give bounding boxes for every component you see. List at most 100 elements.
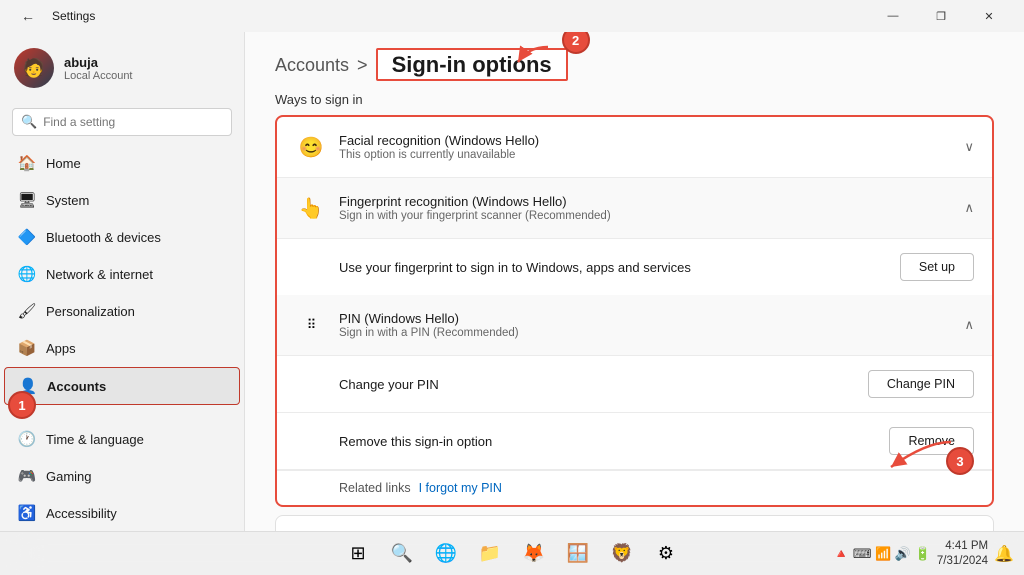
sidebar-item-personalization[interactable]: 🖌 Personalization — [4, 293, 240, 329]
facial-icon: 😊 — [295, 131, 327, 163]
annotation-circle-3: 3 — [946, 447, 974, 475]
system-icon: 🖥 — [18, 191, 36, 209]
sidebar-profile: 🧑 abuja Local Account — [0, 32, 244, 104]
fingerprint-setup-button[interactable]: Set up — [900, 253, 974, 281]
sidebar-item-accounts[interactable]: 👤 Accounts — [4, 367, 240, 405]
personalization-icon: 🖌 — [18, 302, 36, 320]
taskbar-center: ⊞ 🔍 🌐 📁 🦊 🪟 🦁 ⚙ — [340, 536, 684, 572]
date-display: 7/31/2024 — [937, 554, 988, 569]
sidebar-item-home-label: Home — [46, 156, 81, 171]
time-display: 4:41 PM — [937, 539, 988, 554]
sidebar-item-accessibility-label: Accessibility — [46, 506, 117, 521]
sidebar-item-home[interactable]: 🏠 Home — [4, 145, 240, 181]
section-title: Ways to sign in — [275, 92, 994, 107]
forgot-pin-link[interactable]: I forgot my PIN — [419, 481, 502, 495]
facial-title: Facial recognition (Windows Hello) — [339, 133, 964, 148]
avatar: 🧑 — [14, 48, 54, 88]
close-button[interactable]: ✕ — [966, 0, 1012, 32]
sidebar-item-gaming[interactable]: 🎮 Gaming — [4, 458, 240, 494]
security-key-row[interactable]: 🔑 Security key Sign in with a physical s… — [276, 516, 993, 531]
pin-row[interactable]: ⠿ PIN (Windows Hello) Sign in with a PIN… — [277, 295, 992, 356]
profile-type: Local Account — [64, 70, 133, 82]
pin-text: PIN (Windows Hello) Sign in with a PIN (… — [339, 311, 964, 339]
facial-recognition-row[interactable]: 😊 Facial recognition (Windows Hello) Thi… — [277, 117, 992, 178]
bluetooth-icon: 🔷 — [18, 228, 36, 246]
pin-icon: ⠿ — [295, 309, 327, 341]
titlebar-title: Settings — [52, 9, 95, 23]
sidebar-item-accessibility[interactable]: ♿ Accessibility — [4, 495, 240, 531]
profile-name: abuja — [64, 55, 133, 70]
change-pin-button[interactable]: Change PIN — [868, 370, 974, 398]
sidebar-item-system-label: System — [46, 193, 89, 208]
breadcrumb-separator: > — [357, 55, 368, 76]
pin-title: PIN (Windows Hello) — [339, 311, 964, 326]
network-icon: 🌐 — [18, 265, 36, 283]
annotation-2: 2 — [562, 32, 590, 54]
sidebar: 🧑 abuja Local Account 🔍 🏠 Home 🖥 System … — [0, 32, 245, 531]
search-input[interactable] — [43, 115, 223, 129]
sidebar-item-apps[interactable]: 📦 Apps — [4, 330, 240, 366]
sidebar-item-time-label: Time & language — [46, 432, 144, 447]
sidebar-item-bluetooth-label: Bluetooth & devices — [46, 230, 161, 245]
change-pin-row: Change your PIN Change PIN — [277, 356, 992, 413]
sign-in-options-container: 😊 Facial recognition (Windows Hello) Thi… — [275, 115, 994, 507]
sidebar-item-network[interactable]: 🌐 Network & internet — [4, 256, 240, 292]
start-button[interactable]: ⊞ — [340, 536, 376, 572]
sidebar-item-time[interactable]: 🕐 Time & language — [4, 421, 240, 457]
fingerprint-expanded-content: Use your fingerprint to sign in to Windo… — [277, 239, 992, 295]
remove-pin-text: Remove this sign-in option — [339, 434, 492, 449]
taskbar-search[interactable]: 🔍 — [384, 536, 420, 572]
taskbar-firefox[interactable]: 🦊 — [516, 536, 552, 572]
taskbar-store[interactable]: 🪟 — [560, 536, 596, 572]
titlebar-left: ← Settings — [12, 0, 95, 32]
titlebar-controls: — ❐ ✕ — [870, 0, 1012, 32]
taskbar-brave[interactable]: 🦁 — [604, 536, 640, 572]
maximize-button[interactable]: ❐ — [918, 0, 964, 32]
annotation-circle-1: 1 — [8, 391, 36, 419]
fingerprint-setup-text: Use your fingerprint to sign in to Windo… — [339, 260, 691, 275]
taskbar-time: 4:41 PM 7/31/2024 — [937, 539, 988, 569]
breadcrumb-parent: Accounts — [275, 55, 349, 76]
facial-subtitle: This option is currently unavailable — [339, 149, 964, 161]
annotation-circle-2: 2 — [562, 32, 590, 54]
accessibility-icon: ♿ — [18, 504, 36, 522]
fingerprint-subtitle: Sign in with your fingerprint scanner (R… — [339, 210, 964, 222]
remove-pin-row: Remove this sign-in option Remove — [277, 413, 992, 470]
accounts-nav-wrapper: 👤 Accounts 1 — [0, 367, 244, 405]
taskbar: ⊞ 🔍 🌐 📁 🦊 🪟 🦁 ⚙ 🔺 ⌨ 📶 🔊 🔋 4:41 PM 7/31/2… — [0, 531, 1024, 575]
fingerprint-chevron: ∧ — [964, 200, 974, 216]
fingerprint-recognition-row[interactable]: 👆 Fingerprint recognition (Windows Hello… — [277, 178, 992, 239]
sidebar-item-bluetooth[interactable]: 🔷 Bluetooth & devices — [4, 219, 240, 255]
security-key-section: 🔑 Security key Sign in with a physical s… — [275, 515, 994, 531]
sidebar-item-personalization-label: Personalization — [46, 304, 135, 319]
sidebar-item-gaming-label: Gaming — [46, 469, 92, 484]
related-links: Related links I forgot my PIN — [277, 470, 992, 505]
sidebar-item-system[interactable]: 🖥 System — [4, 182, 240, 218]
taskbar-notification[interactable]: 🔔 — [994, 544, 1014, 564]
pin-expanded-content: Change your PIN Change PIN Remove this s… — [277, 356, 992, 505]
pin-section: ⠿ PIN (Windows Hello) Sign in with a PIN… — [277, 295, 992, 505]
profile-info: abuja Local Account — [64, 55, 133, 82]
change-pin-text: Change your PIN — [339, 377, 439, 392]
home-icon: 🏠 — [18, 154, 36, 172]
time-icon: 🕐 — [18, 430, 36, 448]
taskbar-settings[interactable]: ⚙ — [648, 536, 684, 572]
minimize-button[interactable]: — — [870, 0, 916, 32]
fingerprint-section: 👆 Fingerprint recognition (Windows Hello… — [277, 178, 992, 295]
sidebar-item-network-label: Network & internet — [46, 267, 153, 282]
gaming-icon: 🎮 — [18, 467, 36, 485]
taskbar-edge[interactable]: 🌐 — [428, 536, 464, 572]
taskbar-right: 🔺 ⌨ 📶 🔊 🔋 4:41 PM 7/31/2024 🔔 — [833, 539, 1014, 569]
nav-list: 🏠 Home 🖥 System 🔷 Bluetooth & devices 🌐 … — [0, 144, 244, 531]
annotation-1: 1 — [8, 391, 36, 419]
back-button[interactable]: ← — [12, 0, 44, 32]
search-box[interactable]: 🔍 — [12, 108, 232, 136]
sidebar-item-apps-label: Apps — [46, 341, 76, 356]
facial-text: Facial recognition (Windows Hello) This … — [339, 133, 964, 161]
fingerprint-text: Fingerprint recognition (Windows Hello) … — [339, 194, 964, 222]
taskbar-sys-icons: 🔺 ⌨ 📶 🔊 🔋 — [833, 546, 931, 562]
app-body: 🧑 abuja Local Account 🔍 🏠 Home 🖥 System … — [0, 32, 1024, 531]
taskbar-explorer[interactable]: 📁 — [472, 536, 508, 572]
breadcrumb-current-wrapper: Sign-in options 2 — [376, 52, 568, 78]
facial-chevron: ∨ — [964, 139, 974, 155]
